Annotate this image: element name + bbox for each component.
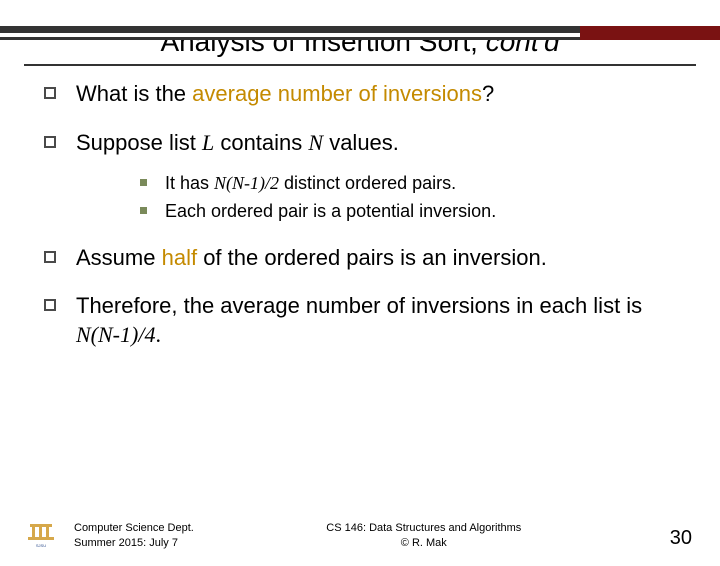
- bullet-item: Suppose list L contains N values.: [44, 129, 670, 158]
- sub-square-icon: [140, 179, 147, 186]
- footer-center: CS 146: Data Structures and Algorithms ©…: [194, 521, 654, 550]
- text: Therefore, the average number of inversi…: [76, 293, 642, 318]
- sub-bullet-item: It has N(N-1)/2 distinct ordered pairs.: [140, 171, 670, 195]
- text: It has: [165, 173, 214, 193]
- sub-square-icon: [140, 207, 147, 214]
- text: .: [155, 322, 161, 347]
- sub-list: It has N(N-1)/2 distinct ordered pairs. …: [140, 171, 670, 224]
- text: ?: [482, 81, 494, 106]
- square-bullet-icon: [44, 251, 56, 263]
- slide-content: What is the average number of inversions…: [0, 66, 720, 350]
- text: Suppose list: [76, 130, 202, 155]
- math-expr: N(N-1)/2: [214, 173, 279, 193]
- header-rule: [0, 26, 720, 40]
- math-var: N: [308, 130, 323, 155]
- bullet-item: What is the average number of inversions…: [44, 80, 670, 109]
- svg-text:SJSU: SJSU: [36, 543, 46, 548]
- highlight-text: half: [162, 245, 197, 270]
- text: contains: [214, 130, 308, 155]
- square-bullet-icon: [44, 136, 56, 148]
- math-var: L: [202, 130, 214, 155]
- sub-bullet-item: Each ordered pair is a potential inversi…: [140, 199, 670, 223]
- footer-course: CS 146: Data Structures and Algorithms: [194, 521, 654, 535]
- text: of the ordered pairs is an inversion.: [197, 245, 547, 270]
- square-bullet-icon: [44, 299, 56, 311]
- text: distinct ordered pairs.: [279, 173, 456, 193]
- bullet-item: Therefore, the average number of inversi…: [44, 292, 670, 349]
- footer-left: Computer Science Dept. Summer 2015: July…: [74, 521, 194, 550]
- text: values.: [323, 130, 399, 155]
- text: Each ordered pair is a potential inversi…: [165, 201, 496, 221]
- page-number: 30: [670, 527, 692, 550]
- accent-block: [580, 26, 720, 40]
- bullet-item: Assume half of the ordered pairs is an i…: [44, 244, 670, 273]
- footer-dept: Computer Science Dept.: [74, 521, 194, 535]
- text: Assume: [76, 245, 162, 270]
- text: What is the: [76, 81, 192, 106]
- footer-copyright: © R. Mak: [194, 536, 654, 550]
- math-expr: N(N-1)/4: [76, 322, 155, 347]
- square-bullet-icon: [44, 87, 56, 99]
- footer-date: Summer 2015: July 7: [74, 536, 194, 550]
- slide-footer: SJSU Computer Science Dept. Summer 2015:…: [0, 520, 720, 550]
- highlight-text: average number of inversions: [192, 81, 482, 106]
- university-logo-icon: SJSU: [24, 520, 58, 550]
